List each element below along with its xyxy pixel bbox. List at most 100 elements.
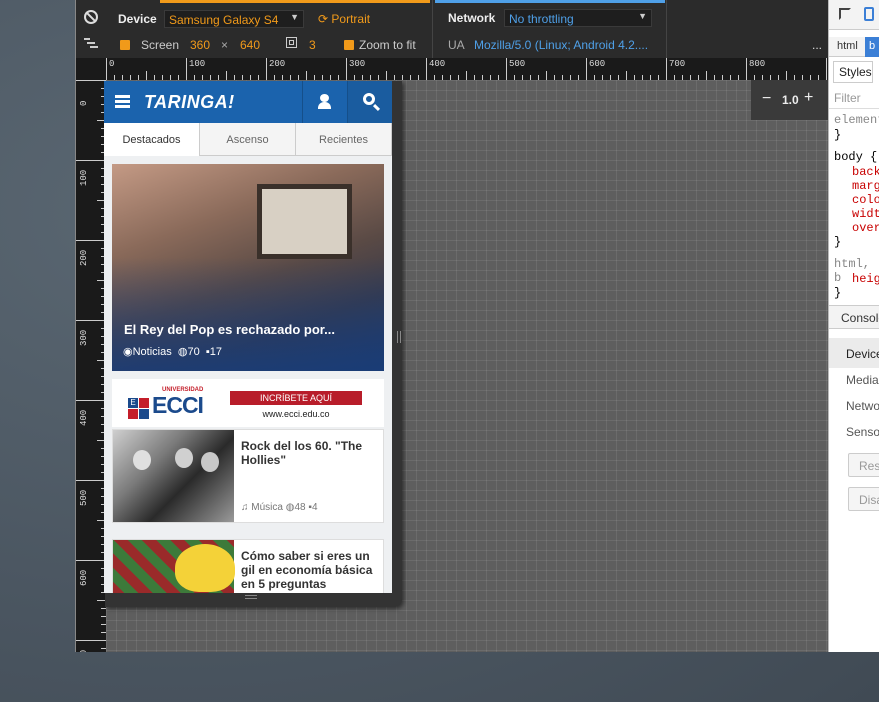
css-property[interactable]: heig [852, 272, 879, 286]
breadcrumb-body[interactable]: b [865, 37, 879, 57]
ecci-ad[interactable]: E UNIVERSIDAD ECCI INCRÍBETE AQUÍ www.ec… [112, 379, 384, 427]
ruler-tick [106, 58, 107, 80]
device-select[interactable]: Samsung Galaxy S4 ▼ [164, 10, 304, 28]
post-thumbnail [113, 430, 234, 522]
ruler-tick [626, 71, 627, 80]
more-button[interactable]: ... [812, 38, 822, 52]
drawer-item-sensors[interactable]: Sensor [846, 425, 879, 439]
divider [666, 0, 667, 58]
disable-button[interactable]: Disa [848, 487, 879, 511]
ua-input[interactable]: Mozilla/5.0 (Linux; Android 4.2.... [474, 38, 648, 52]
thumb-detail [201, 452, 219, 472]
devtools-top-toolbar [829, 0, 879, 30]
ruler-tick [426, 58, 427, 80]
dimension-separator: × [221, 38, 229, 52]
ruler-label: 700 [79, 650, 89, 652]
drawer-item-media[interactable]: Media [846, 373, 879, 387]
ruler-tick [76, 400, 106, 401]
css-property[interactable]: marg [852, 179, 879, 193]
disable-emulation-icon[interactable] [84, 10, 98, 24]
drawer-item-network[interactable]: Netwo [846, 399, 879, 413]
zoom-to-fit-label: Zoom to fit [359, 38, 416, 52]
media-query-icon[interactable] [84, 38, 98, 50]
user-icon [320, 94, 329, 102]
menu-icon[interactable] [115, 95, 130, 108]
dpr-input[interactable]: 3 [309, 38, 316, 52]
ruler-label: 300 [349, 59, 366, 69]
chevron-down-icon: ▼ [638, 11, 647, 21]
site-logo[interactable]: TARINGA! [144, 92, 235, 113]
css-selector: element [834, 113, 879, 127]
zoom-in-button[interactable]: + [804, 89, 813, 107]
zoom-control: − 1.0 + [751, 80, 829, 120]
screen-height-input[interactable]: 640 [240, 38, 260, 52]
user-button[interactable] [302, 81, 347, 123]
ruler-label: 100 [79, 169, 89, 186]
ruler-label: 800 [749, 59, 766, 69]
ruler-tick [76, 80, 106, 81]
tab-ascenso[interactable]: Ascenso [200, 123, 296, 156]
inspect-icon[interactable] [839, 8, 851, 20]
ecci-logo-block [139, 398, 149, 408]
search-icon [363, 93, 375, 105]
resize-handle-right[interactable] [397, 331, 401, 343]
post-card[interactable]: Rock del los 60. "The Hollies" ♫ Música … [112, 429, 384, 523]
post-title[interactable]: Cómo saber si eres un gil en economía bá… [241, 549, 377, 591]
globe-icon: ◉ [123, 346, 133, 358]
ruler-label: 600 [79, 569, 89, 586]
horizontal-ruler: 0 100 200 300 400 500 600 700 800 [106, 58, 829, 80]
reset-button[interactable]: Res [848, 453, 879, 477]
site-header: TARINGA! [104, 81, 392, 123]
ruler-label: 100 [189, 59, 206, 69]
css-property[interactable]: back [852, 165, 879, 179]
styles-tab[interactable]: Styles [833, 61, 873, 83]
featured-meta: ◉Noticias ◍70 ▪17 [123, 345, 222, 358]
css-property[interactable]: over [852, 221, 879, 235]
search-button[interactable] [347, 81, 392, 123]
css-property[interactable]: widt [852, 207, 879, 221]
thumb-detail [175, 448, 193, 468]
zoom-to-fit-toggle[interactable] [344, 38, 354, 52]
ruler-tick [76, 560, 106, 561]
ruler-label: 500 [509, 59, 526, 69]
post-thumbnail [113, 540, 235, 593]
console-tab[interactable]: Console [841, 311, 879, 325]
screen-toggle[interactable] [120, 38, 130, 52]
ruler-tick [76, 160, 106, 161]
divider [829, 108, 879, 109]
ruler-tick [586, 58, 587, 80]
tab-recientes[interactable]: Recientes [296, 123, 392, 156]
ad-cta[interactable]: INCRÍBETE AQUÍ [230, 391, 362, 405]
filter-input[interactable]: Filter [834, 91, 861, 105]
resize-handle-bottom[interactable] [245, 595, 257, 599]
featured-overlay [112, 164, 384, 371]
css-property[interactable]: colo [852, 193, 879, 207]
featured-title[interactable]: El Rey del Pop es rechazado por... [124, 323, 335, 337]
ruler-label: 500 [79, 489, 89, 506]
featured-post[interactable]: El Rey del Pop es rechazado por... ◉Noti… [112, 164, 384, 371]
zoom-out-button[interactable]: − [762, 90, 771, 108]
post-card[interactable]: Cómo saber si eres un gil en economía bá… [112, 539, 384, 593]
drawer-item-device[interactable]: Device [846, 347, 879, 361]
device-mode-icon[interactable] [864, 7, 874, 21]
ruler-tick [666, 58, 667, 80]
portrait-toggle[interactable]: ⟳ Portrait [318, 12, 370, 26]
device-pixel-ratio-icon [286, 37, 297, 48]
tab-destacados[interactable]: Destacados [104, 123, 200, 156]
drawer-tabbar: Console [829, 305, 879, 329]
ruler-label: 200 [269, 59, 286, 69]
ruler-tick [306, 71, 307, 80]
ruler-tick [76, 240, 106, 241]
post-title[interactable]: Rock del los 60. "The Hollies" [241, 439, 377, 467]
ruler-tick [746, 58, 747, 80]
breadcrumb-html[interactable]: html [837, 40, 858, 52]
network-select[interactable]: No throttling ▼ [504, 9, 652, 27]
ecci-logo-block [128, 409, 138, 419]
css-brace: } [834, 128, 842, 142]
site-tabs: Destacados Ascenso Recientes [104, 123, 392, 156]
ruler-tick [466, 71, 467, 80]
ruler-tick [226, 71, 227, 80]
search-icon-handle [372, 103, 381, 112]
css-selector[interactable]: body { [834, 150, 877, 164]
screen-width-input[interactable]: 360 [190, 38, 210, 52]
